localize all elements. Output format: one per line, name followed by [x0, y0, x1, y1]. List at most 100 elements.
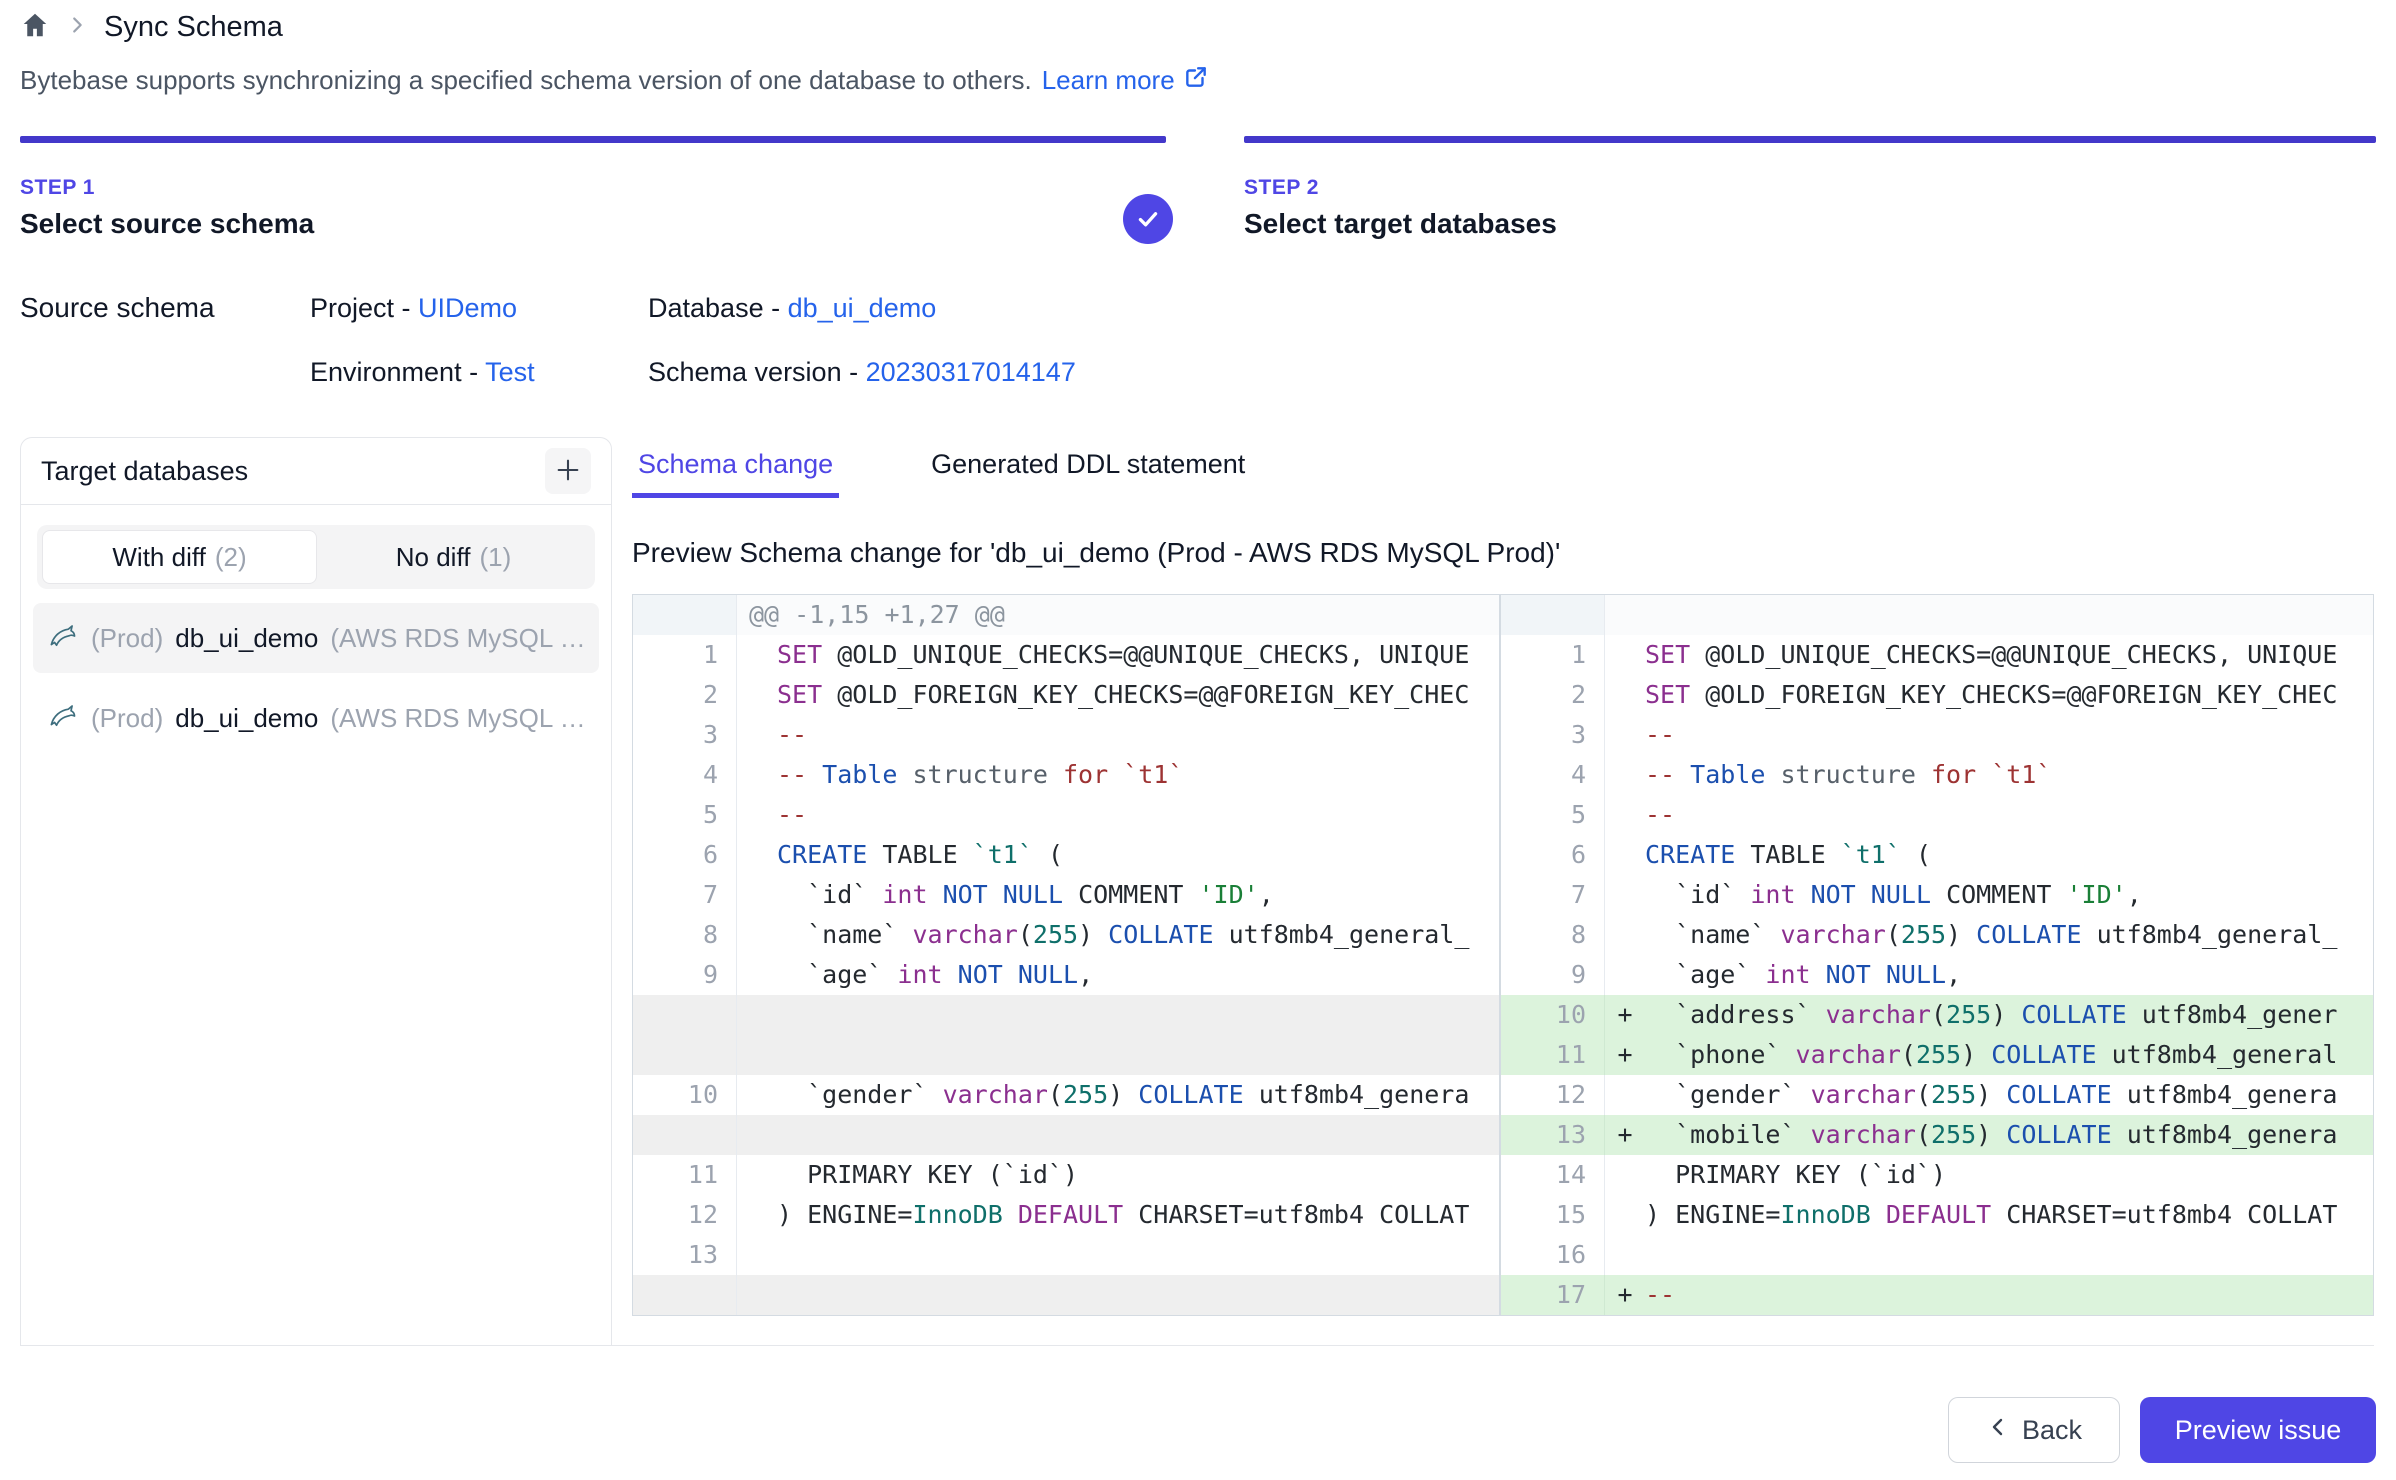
external-link-icon	[1183, 64, 1209, 97]
diff-code: `id` int NOT NULL COMMENT 'ID',	[777, 875, 1499, 915]
tab-no-diff[interactable]: No diff (1)	[317, 530, 590, 584]
diff-line-number: 10	[633, 1075, 737, 1115]
source-version-field: Schema version - 20230317014147	[648, 357, 1076, 388]
diff-sign	[737, 1075, 777, 1115]
target-database-item[interactable]: (Prod)db_ui_demo(AWS RDS MySQL Prod)	[33, 683, 599, 753]
diff-code: `age` int NOT NULL,	[1645, 955, 2373, 995]
step2-title: Select target databases	[1244, 208, 1557, 240]
diff-line-number: 15	[1501, 1195, 1605, 1235]
diff-line-number: 3	[633, 715, 737, 755]
diff-hunk-text: @@ -1,15 +1,27 @@	[737, 595, 1499, 635]
diff-sign	[1605, 875, 1645, 915]
page-title: Sync Schema	[104, 11, 283, 44]
diff-sign	[1605, 1195, 1645, 1235]
diff-code	[1645, 1235, 2373, 1275]
diff-sign	[1605, 675, 1645, 715]
diff-code-row: 5--	[633, 795, 1499, 835]
preview-tabs: Schema change Generated DDL statement	[632, 448, 1251, 498]
diff-line-number: 8	[1501, 915, 1605, 955]
diff-code-row: 7 `id` int NOT NULL COMMENT 'ID',	[633, 875, 1499, 915]
database-environment: (Prod)	[91, 623, 163, 654]
schema-version-label: Schema version -	[648, 357, 858, 387]
diff-code-row: 6CREATE TABLE `t1` (	[633, 835, 1499, 875]
diff-code: SET @OLD_UNIQUE_CHECKS=@@UNIQUE_CHECKS, …	[777, 635, 1499, 675]
target-database-item[interactable]: (Prod)db_ui_demo(AWS RDS MySQL Prod)	[33, 603, 599, 673]
diff-code-row: 7 `id` int NOT NULL COMMENT 'ID',	[1501, 875, 2373, 915]
diff-code: CREATE TABLE `t1` (	[777, 835, 1499, 875]
diff-sign	[737, 755, 777, 795]
diff-code: -- Table structure for `t1`	[777, 755, 1499, 795]
target-database-list: (Prod)db_ui_demo(AWS RDS MySQL Prod)(Pro…	[21, 597, 611, 769]
project-link[interactable]: UIDemo	[418, 293, 517, 323]
diff-code: `name` varchar(255) COLLATE utf8mb4_gene…	[1645, 915, 2373, 955]
diff-viewer[interactable]: @@ -1,15 +1,27 @@1SET @OLD_UNIQUE_CHECKS…	[632, 594, 2374, 1316]
schema-version-link[interactable]: 20230317014147	[866, 357, 1076, 387]
database-link[interactable]: db_ui_demo	[788, 293, 937, 323]
step2-label: STEP 2	[1244, 176, 1557, 200]
breadcrumb: Sync Schema	[20, 10, 283, 45]
diff-code: `phone` varchar(255) COLLATE utf8mb4_gen…	[1645, 1035, 2373, 1075]
diff-sign: +	[1605, 1115, 1645, 1155]
diff-line-number: 3	[1501, 715, 1605, 755]
back-button[interactable]: Back	[1948, 1397, 2120, 1463]
step1-completed-check-icon	[1123, 194, 1173, 244]
diff-sign	[1605, 915, 1645, 955]
learn-more-label: Learn more	[1042, 65, 1175, 96]
diff-code-row: 8 `name` varchar(255) COLLATE utf8mb4_ge…	[633, 915, 1499, 955]
diff-sign	[1605, 1155, 1645, 1195]
preview-issue-button[interactable]: Preview issue	[2140, 1397, 2376, 1463]
diff-code-row: 10+ `address` varchar(255) COLLATE utf8m…	[1501, 995, 2373, 1035]
environment-link[interactable]: Test	[485, 357, 535, 387]
tab-with-diff[interactable]: With diff (2)	[42, 530, 317, 584]
plus-icon	[554, 456, 582, 487]
diff-sign	[737, 675, 777, 715]
diff-spacer-row	[633, 1275, 1499, 1315]
diff-code: `gender` varchar(255) COLLATE utf8mb4_ge…	[777, 1075, 1499, 1115]
diff-code: --	[777, 795, 1499, 835]
diff-code-row: 12) ENGINE=InnoDB DEFAULT CHARSET=utf8mb…	[633, 1195, 1499, 1235]
diff-sign	[737, 1155, 777, 1195]
diff-code-row: 2SET @OLD_FOREIGN_KEY_CHECKS=@@FOREIGN_K…	[633, 675, 1499, 715]
diff-line-number: 5	[1501, 795, 1605, 835]
chevron-left-icon	[1986, 1415, 2010, 1446]
diff-code	[777, 1235, 1499, 1275]
diff-code: `age` int NOT NULL,	[777, 955, 1499, 995]
diff-line-number: 11	[633, 1155, 737, 1195]
diff-code-row: 10 `gender` varchar(255) COLLATE utf8mb4…	[633, 1075, 1499, 1115]
diff-code-row: 5--	[1501, 795, 2373, 835]
source-project-field: Project - UIDemo	[310, 293, 517, 324]
diff-gutter	[633, 995, 737, 1075]
diff-code: SET @OLD_FOREIGN_KEY_CHECKS=@@FOREIGN_KE…	[1645, 675, 2373, 715]
target-databases-title: Target databases	[41, 456, 248, 487]
diff-filter-tabs: With diff (2) No diff (1)	[37, 525, 595, 589]
database-name: db_ui_demo	[175, 703, 318, 734]
diff-code: --	[777, 715, 1499, 755]
diff-gutter	[1501, 595, 1605, 635]
diff-line-number: 13	[633, 1235, 737, 1275]
diff-sign: +	[1605, 1275, 1645, 1315]
source-database-field: Database - db_ui_demo	[648, 293, 936, 324]
diff-sign	[737, 955, 777, 995]
diff-code: `gender` varchar(255) COLLATE utf8mb4_ge…	[1645, 1075, 2373, 1115]
diff-code: ) ENGINE=InnoDB DEFAULT CHARSET=utf8mb4 …	[1645, 1195, 2373, 1235]
learn-more-link[interactable]: Learn more	[1042, 64, 1209, 97]
diff-code: PRIMARY KEY (`id`)	[1645, 1155, 2373, 1195]
diff-sign	[737, 915, 777, 955]
tab-schema-change[interactable]: Schema change	[632, 448, 839, 498]
target-databases-header: Target databases	[21, 438, 611, 505]
home-icon[interactable]	[20, 10, 50, 45]
diff-spacer-row	[633, 1115, 1499, 1155]
tab-generated-ddl[interactable]: Generated DDL statement	[925, 448, 1251, 498]
diff-line-number: 12	[633, 1195, 737, 1235]
sync-schema-page: Sync Schema Bytebase supports synchroniz…	[0, 0, 2396, 1480]
diff-code-row: 16	[1501, 1235, 2373, 1275]
step2-block: STEP 2 Select target databases	[1244, 176, 1557, 240]
diff-line-number: 14	[1501, 1155, 1605, 1195]
diff-line-number: 2	[1501, 675, 1605, 715]
diff-code-row: 1SET @OLD_UNIQUE_CHECKS=@@UNIQUE_CHECKS,…	[633, 635, 1499, 675]
step1-block: STEP 1 Select source schema	[20, 176, 314, 240]
diff-sign	[1605, 795, 1645, 835]
add-target-database-button[interactable]	[545, 448, 591, 494]
diff-code	[737, 1275, 1499, 1315]
target-databases-panel: Target databases With diff (2) No diff (…	[20, 437, 612, 1345]
